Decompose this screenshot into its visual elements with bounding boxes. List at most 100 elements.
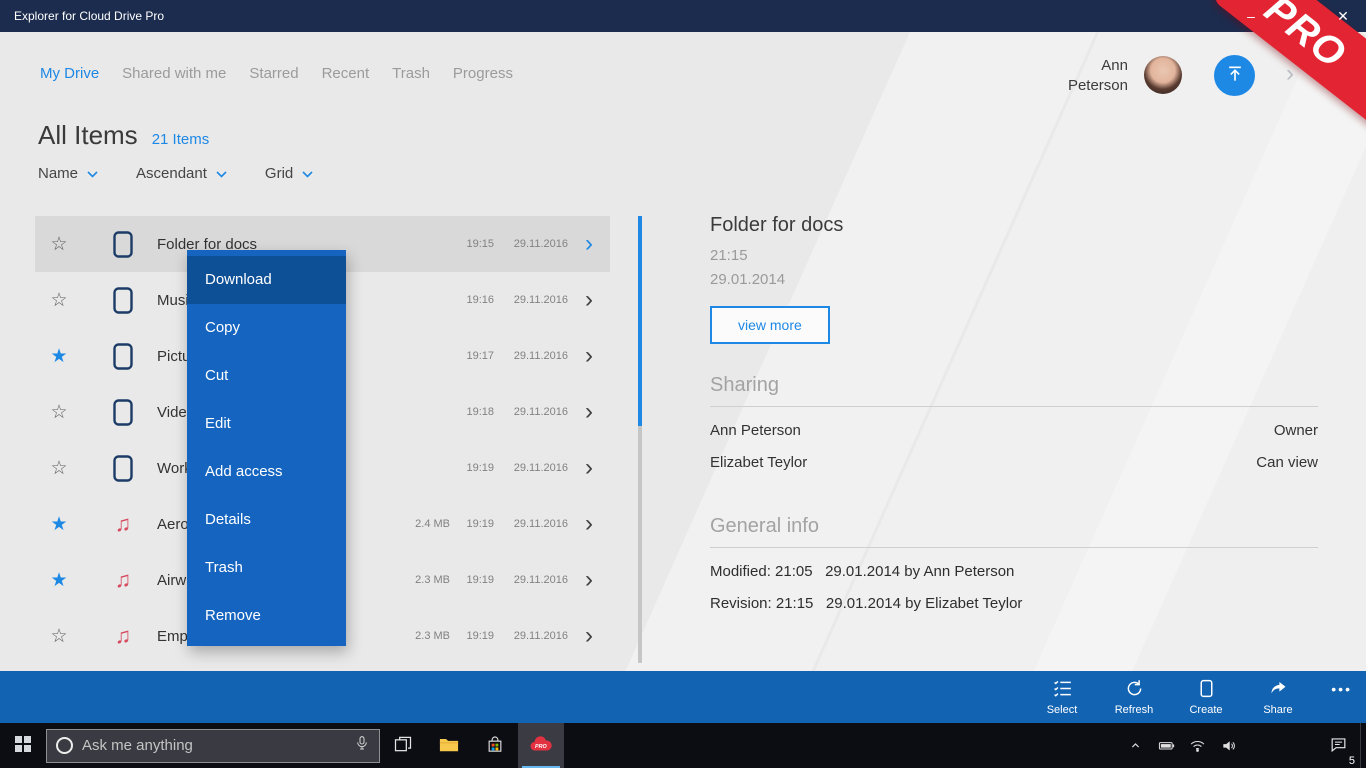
start-button[interactable]: [0, 723, 46, 768]
search-input[interactable]: [82, 737, 345, 754]
share-icon: [1268, 678, 1289, 702]
nav-more-chevron-icon[interactable]: ›: [1286, 60, 1294, 88]
more-button[interactable]: •••: [1331, 681, 1352, 697]
details-title: Folder for docs: [710, 214, 1318, 237]
microphone-icon[interactable]: [354, 734, 370, 757]
tab-recent[interactable]: Recent: [322, 65, 370, 82]
star-icon[interactable]: ★: [35, 513, 83, 536]
menu-item-details[interactable]: Details: [187, 496, 346, 544]
star-icon[interactable]: ☆: [35, 289, 83, 312]
maximize-button-area: [1274, 0, 1320, 32]
store-icon: [485, 734, 505, 758]
file-date: 29.11.2016: [494, 574, 568, 586]
menu-item-edit[interactable]: Edit: [187, 400, 346, 448]
tray-chevron-up-icon[interactable]: [1120, 723, 1151, 768]
tab-progress[interactable]: Progress: [453, 65, 513, 82]
minimize-button[interactable]: –: [1228, 0, 1274, 32]
star-icon[interactable]: ☆: [35, 233, 83, 256]
avatar[interactable]: [1144, 56, 1182, 94]
titlebar: Explorer for Cloud Drive Pro: [0, 0, 1366, 32]
sharing-user: Ann Peterson: [710, 422, 801, 439]
star-icon[interactable]: ★: [35, 569, 83, 592]
file-time: 19:16: [450, 294, 494, 306]
folder-icon: [111, 231, 135, 258]
file-size: 2.3 MB: [396, 630, 450, 642]
windows-logo-icon: [15, 736, 31, 755]
search-box: [46, 729, 380, 763]
context-menu: Download Copy Cut Edit Add access Detail…: [187, 250, 346, 646]
refresh-button[interactable]: Refresh: [1098, 671, 1170, 723]
file-time: 19:19: [450, 462, 494, 474]
sort-order-dropdown[interactable]: Ascendant: [136, 165, 227, 182]
sort-field-dropdown[interactable]: Name: [38, 165, 98, 182]
store-button[interactable]: [472, 723, 518, 768]
folder-icon: [111, 287, 135, 314]
chevron-down-icon: [216, 165, 227, 182]
view-mode-dropdown[interactable]: Grid: [265, 165, 313, 182]
chevron-right-icon[interactable]: ›: [568, 344, 610, 368]
chevron-right-icon[interactable]: ›: [568, 232, 610, 256]
create-button[interactable]: Create: [1170, 671, 1242, 723]
menu-item-add-access[interactable]: Add access: [187, 448, 346, 496]
menu-item-trash[interactable]: Trash: [187, 544, 346, 592]
chevron-right-icon[interactable]: ›: [568, 624, 610, 648]
file-time: 19:17: [450, 350, 494, 362]
divider: [710, 547, 1318, 548]
sort-field-label: Name: [38, 165, 78, 182]
tab-trash[interactable]: Trash: [392, 65, 430, 82]
sharing-user: Elizabet Teylor: [710, 454, 807, 471]
network-icon[interactable]: [1182, 723, 1213, 768]
tab-my-drive[interactable]: My Drive: [40, 65, 99, 82]
star-icon[interactable]: ☆: [35, 401, 83, 424]
menu-item-download[interactable]: Download: [187, 256, 346, 304]
battery-icon[interactable]: [1151, 723, 1182, 768]
chevron-right-icon[interactable]: ›: [568, 288, 610, 312]
chevron-right-icon[interactable]: ›: [568, 456, 610, 480]
sharing-role: Can view: [1256, 454, 1318, 471]
folder-icon: [111, 343, 135, 370]
music-note-icon: ♫: [111, 513, 135, 535]
chevron-right-icon[interactable]: ›: [568, 400, 610, 424]
folder-icon: [111, 455, 135, 482]
menu-item-cut[interactable]: Cut: [187, 352, 346, 400]
star-icon[interactable]: ☆: [35, 457, 83, 480]
action-center-button[interactable]: 5: [1318, 723, 1358, 768]
view-more-button[interactable]: view more: [710, 306, 830, 344]
file-time: 19:15: [450, 238, 494, 250]
select-button[interactable]: Select: [1026, 671, 1098, 723]
task-view-button[interactable]: [380, 723, 426, 768]
modified-info: Modified: 21:05 29.01.2014 by Ann Peters…: [710, 563, 1318, 580]
menu-item-copy[interactable]: Copy: [187, 304, 346, 352]
refresh-icon: [1124, 678, 1145, 702]
star-icon[interactable]: ★: [35, 345, 83, 368]
divider: [710, 406, 1318, 407]
page-title: All Items: [38, 120, 138, 151]
details-panel: Folder for docs 21:15 29.01.2014 view mo…: [710, 214, 1318, 612]
chevron-right-icon[interactable]: ›: [568, 568, 610, 592]
tab-shared-with-me[interactable]: Shared with me: [122, 65, 226, 82]
file-date: 29.11.2016: [494, 406, 568, 418]
scrollbar-thumb[interactable]: [638, 216, 642, 426]
revision-info: Revision: 21:15 29.01.2014 by Elizabet T…: [710, 595, 1318, 612]
volume-icon[interactable]: [1213, 723, 1244, 768]
tab-starred[interactable]: Starred: [249, 65, 298, 82]
chevron-right-icon[interactable]: ›: [568, 512, 610, 536]
file-explorer-button[interactable]: [426, 723, 472, 768]
menu-item-remove[interactable]: Remove: [187, 592, 346, 640]
upload-button[interactable]: [1214, 55, 1255, 96]
file-date: 29.11.2016: [494, 462, 568, 474]
star-icon[interactable]: ☆: [35, 625, 83, 648]
system-tray: [1120, 723, 1244, 768]
file-date: 29.11.2016: [494, 294, 568, 306]
share-button[interactable]: Share: [1242, 671, 1314, 723]
scrollbar[interactable]: [638, 216, 642, 663]
close-button[interactable]: ✕: [1320, 0, 1366, 32]
upload-icon: [1225, 64, 1245, 87]
show-desktop-button[interactable]: [1360, 723, 1366, 768]
notification-icon: [1329, 735, 1348, 757]
cloud-drive-app-button[interactable]: PRO: [518, 723, 564, 768]
user-name: Ann Peterson: [1068, 56, 1128, 96]
view-mode-label: Grid: [265, 165, 293, 182]
sort-order-label: Ascendant: [136, 165, 207, 182]
app-window: Explorer for Cloud Drive Pro – ✕ My Driv…: [0, 0, 1366, 768]
